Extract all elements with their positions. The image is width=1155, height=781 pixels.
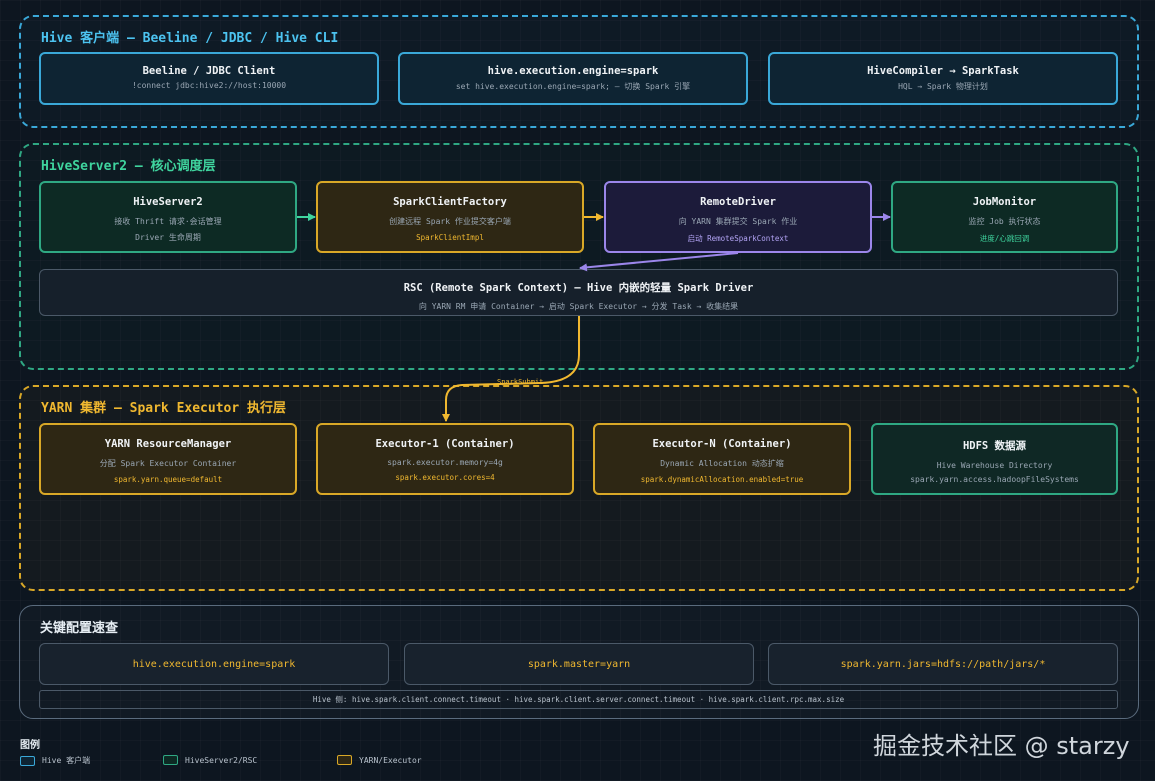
job-monitor-title: JobMonitor bbox=[972, 196, 1037, 208]
execution-engine-sub: set hive.execution.engine=spark; — 切换 Sp… bbox=[455, 82, 691, 91]
config-section-title: 关键配置速查 bbox=[40, 621, 119, 636]
legend-item-hs2: HiveServer2/RSC bbox=[163, 755, 257, 765]
remote-driver-title: RemoteDriver bbox=[700, 196, 776, 208]
rsc-title: RSC (Remote Spark Context) — Hive 内嵌的轻量 … bbox=[403, 282, 754, 294]
spark-client-factory-highlight: SparkClientImpl bbox=[416, 233, 484, 242]
beeline-client-title: Beeline / JDBC Client bbox=[142, 65, 276, 77]
remote-driver-sub: 向 YARN 集群提交 Spark 作业 bbox=[678, 217, 798, 226]
execution-engine-node[interactable]: hive.execution.engine=spark set hive.exe… bbox=[398, 52, 748, 105]
remote-driver-highlight: 启动 RemoteSparkContext bbox=[687, 234, 789, 243]
rsc-sub: 向 YARN RM 申请 Container → 启动 Spark Execut… bbox=[418, 302, 739, 311]
hdfs-node[interactable]: HDFS 数据源 Hive Warehouse Directory spark.… bbox=[871, 423, 1118, 495]
legend-swatch-yarn bbox=[337, 755, 352, 765]
execution-engine-title: hive.execution.engine=spark bbox=[487, 65, 659, 77]
resource-manager-node[interactable]: YARN ResourceManager 分配 Spark Executor C… bbox=[39, 423, 297, 495]
hdfs-title: HDFS 数据源 bbox=[962, 440, 1027, 452]
legend-item-yarn: YARN/Executor bbox=[337, 755, 422, 765]
executor-n-node[interactable]: Executor-N (Container) Dynamic Allocatio… bbox=[593, 423, 851, 495]
executor-1-node[interactable]: Executor-1 (Container) spark.executor.me… bbox=[316, 423, 574, 495]
legend-label-yarn: YARN/Executor bbox=[359, 755, 422, 765]
resource-manager-sub: 分配 Spark Executor Container bbox=[99, 459, 237, 468]
executor-1-highlight: spark.executor.cores=4 bbox=[395, 473, 495, 482]
legend-label-client: Hive 客户端 bbox=[42, 756, 91, 765]
resource-manager-title: YARN ResourceManager bbox=[104, 438, 232, 450]
hive-compiler-node[interactable]: HiveCompiler → SparkTask HQL → Spark 物理计… bbox=[768, 52, 1118, 105]
client-section-title: Hive 客户端 — Beeline / JDBC / Hive CLI bbox=[41, 31, 339, 46]
job-monitor-sub: 监控 Job 执行状态 bbox=[968, 217, 1041, 226]
watermark: 掘金技术社区 @ starzy bbox=[873, 732, 1130, 760]
executor-n-sub: Dynamic Allocation 动态扩缩 bbox=[660, 459, 784, 468]
hive-compiler-sub: HQL → Spark 物理计划 bbox=[898, 82, 988, 91]
legend-swatch-client bbox=[20, 755, 35, 766]
config-item-master: spark.master=yarn bbox=[404, 643, 754, 685]
job-monitor-highlight: 进度/心跳回调 bbox=[979, 234, 1030, 243]
hiveserver2-title: HiveServer2 bbox=[133, 196, 203, 208]
hiveserver2-node[interactable]: HiveServer2 接收 Thrift 请求·会话管理 Driver 生命周… bbox=[39, 181, 297, 253]
hdfs-sub1: Hive Warehouse Directory bbox=[936, 461, 1053, 470]
executor-1-sub: spark.executor.memory=4g bbox=[387, 458, 503, 467]
spark-client-factory-sub: 创建远程 Spark 作业提交客户端 bbox=[389, 217, 511, 226]
hiveserver2-section: HiveServer2 — 核心调度层 bbox=[19, 143, 1139, 370]
resource-manager-highlight: spark.yarn.queue=default bbox=[113, 475, 223, 484]
config-note: Hive 侧: hive.spark.client.connect.timeou… bbox=[39, 690, 1118, 709]
hdfs-sub2: spark.yarn.access.hadoopFileSystems bbox=[910, 475, 1079, 484]
yarn-section-title: YARN 集群 — Spark Executor 执行层 bbox=[41, 401, 287, 416]
legend-title: 图例 bbox=[20, 740, 40, 751]
executor-n-title: Executor-N (Container) bbox=[652, 438, 792, 450]
legend-label-hs2: HiveServer2/RSC bbox=[185, 755, 258, 765]
config-item-jars: spark.yarn.jars=hdfs://path/jars/* bbox=[768, 643, 1118, 685]
executor-n-highlight: spark.dynamicAllocation.enabled=true bbox=[640, 475, 804, 484]
hiveserver2-section-title: HiveServer2 — 核心调度层 bbox=[41, 159, 216, 174]
hiveserver2-sub2: Driver 生命周期 bbox=[135, 233, 201, 242]
legend-swatch-hs2 bbox=[163, 755, 178, 765]
hive-compiler-title: HiveCompiler → SparkTask bbox=[867, 65, 1019, 77]
remote-driver-node[interactable]: RemoteDriver 向 YARN 集群提交 Spark 作业 启动 Rem… bbox=[604, 181, 872, 253]
config-item-engine: hive.execution.engine=spark bbox=[39, 643, 389, 685]
spark-client-factory-title: SparkClientFactory bbox=[393, 196, 507, 208]
rsc-node[interactable]: RSC (Remote Spark Context) — Hive 内嵌的轻量 … bbox=[39, 269, 1118, 316]
legend-item-client: Hive 客户端 bbox=[20, 755, 90, 766]
beeline-client-sub: !connect jdbc:hive2://host:10000 bbox=[131, 81, 287, 90]
job-monitor-node[interactable]: JobMonitor 监控 Job 执行状态 进度/心跳回调 bbox=[891, 181, 1118, 253]
spark-client-factory-node[interactable]: SparkClientFactory 创建远程 Spark 作业提交客户端 Sp… bbox=[316, 181, 584, 253]
beeline-client-node[interactable]: Beeline / JDBC Client !connect jdbc:hive… bbox=[39, 52, 379, 105]
executor-1-title: Executor-1 (Container) bbox=[375, 438, 515, 450]
hiveserver2-sub1: 接收 Thrift 请求·会话管理 bbox=[114, 217, 222, 226]
